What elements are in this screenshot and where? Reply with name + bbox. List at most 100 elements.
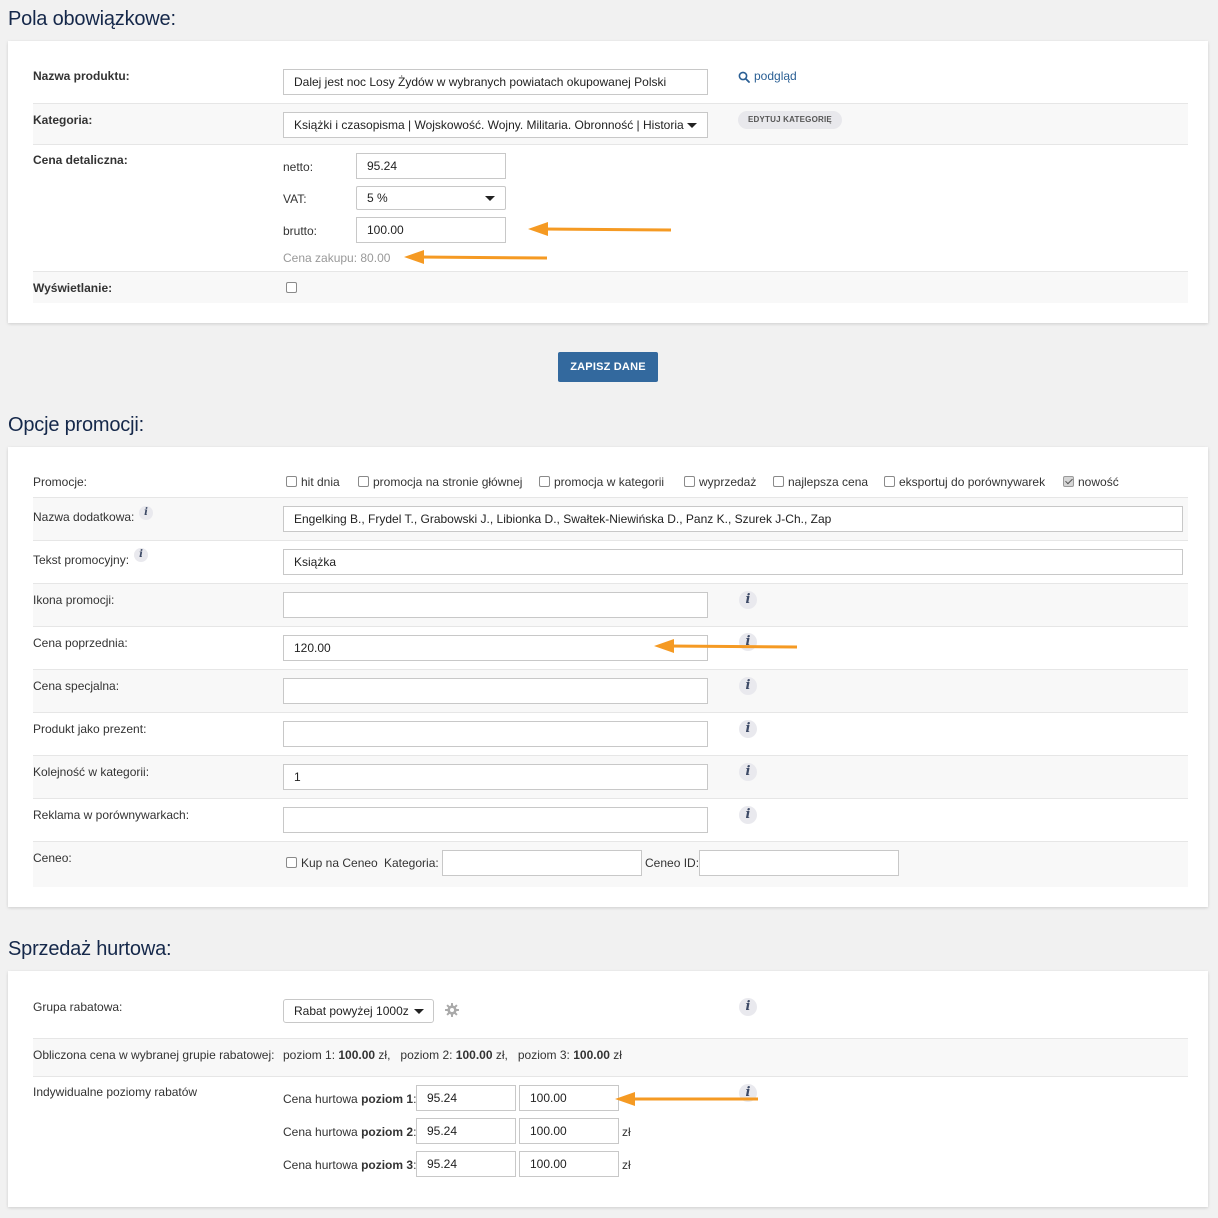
edit-category-button[interactable]: EDYTUJ KATEGORIĘ [738,111,842,129]
brutto-label: brutto: [283,224,318,238]
chevron-down-icon [413,1009,424,1014]
retail-price-label: Cena detaliczna: [33,153,128,167]
wholesale-brutto-input[interactable]: 100.00 [519,1151,619,1177]
netto-input[interactable]: 95.24 [356,153,506,179]
wholesale-brutto-input[interactable]: 100.00 [519,1118,619,1144]
computed-levels: poziom 1: 100.00 zł, poziom 2: 100.00 zł,… [283,1048,632,1062]
wholesale-level-label: Cena hurtowa poziom 2: [283,1125,416,1139]
promo-text-input[interactable]: Książka [283,549,1183,575]
promo-option-checkbox[interactable] [884,476,895,487]
promo-option-label: eksportuj do porównywarek [899,475,1046,489]
wholesale-brutto-input[interactable]: 100.00 [519,1085,619,1111]
promo-icon-input[interactable] [283,592,708,618]
promo-text-label: Tekst promocyjny: [33,553,130,567]
computed-level-unit: zł, [495,1048,508,1062]
category-label: Kategoria: [33,113,93,127]
info-icon[interactable]: i [139,506,153,520]
promo-icon-label: Ikona promocji: [33,593,115,607]
computed-level-prefix: poziom 1: [283,1048,336,1062]
annotation-arrow [654,639,798,653]
computed-price-label: Obliczona cena w wybranej grupie rabatow… [33,1048,275,1062]
wholesale-netto-input[interactable]: 95.24 [416,1151,516,1177]
promo-option-checkbox[interactable] [1063,476,1074,487]
promo-option-checkbox[interactable] [286,476,297,487]
section-title-wholesale: Sprzedaż hurtowa: [8,938,172,960]
row-special-price: Cena specjalna: i [33,670,1188,713]
order-input[interactable]: 1 [283,764,708,790]
product-name-label: Nazwa produktu: [33,69,130,83]
info-icon[interactable]: i [739,677,757,695]
computed-level-unit: zł [613,1048,622,1062]
display-label: Wyświetlanie: [33,281,113,295]
discount-group-select[interactable]: Rabat powyżej 1000z [283,999,434,1023]
computed-level: poziom 2: 100.00 zł, [400,1048,507,1062]
wholesale-unit: zł [622,1158,631,1172]
ceneo-category-label: Kategoria: [384,856,439,870]
promotions-label: Promocje: [33,475,88,489]
wholesale-level-prefix: Cena hurtowa [283,1125,358,1139]
promo-option-checkbox[interactable] [358,476,369,487]
section-title-required: Pola obowiązkowe: [8,8,176,30]
row-promo-icon: Ikona promocji: i [33,584,1188,627]
row-discount-group: Grupa rabatowa: Rabat powyżej 1000z i [33,991,1188,1039]
preview-link-text: podgląd [754,69,797,83]
promo-option-checkbox[interactable] [539,476,550,487]
gift-input[interactable] [283,721,708,747]
computed-level: poziom 1: 100.00 zł, [283,1048,390,1062]
ceneo-category-input[interactable] [442,850,642,876]
promo-options-card: Promocje: hit dnia promocja na stronie gł… [8,447,1208,907]
promo-option-label: promocja w kategorii [554,475,665,489]
computed-level-prefix: poziom 3: [517,1048,570,1062]
save-button[interactable]: ZAPISZ DANE [558,352,658,382]
gift-label: Produkt jako prezent: [33,722,147,736]
promo-option-checkbox[interactable] [684,476,695,487]
row-individual-levels: Indywidualne poziomy rabatów Cena hurtow… [33,1077,1188,1187]
info-icon[interactable]: i [134,548,148,562]
row-product-name: Nazwa produktu: Dalej jest noc Losy Żydó… [33,61,1188,104]
category-select[interactable]: Książki i czasopisma | Wojskowość. Wojny… [283,112,708,138]
extra-name-label: Nazwa dodatkowa: [33,510,135,524]
search-icon [738,71,750,83]
info-icon[interactable]: i [739,720,757,738]
info-icon[interactable]: i [739,591,757,609]
ceneo-id-input[interactable] [699,850,899,876]
special-price-input[interactable] [283,678,708,704]
individual-levels-label: Indywidualne poziomy rabatów [33,1085,198,1099]
ads-input[interactable] [283,807,708,833]
row-promotions: Promocje: hit dnia promocja na stronie gł… [33,467,1188,498]
wholesale-netto-input[interactable]: 95.24 [416,1085,516,1111]
row-extra-name: Nazwa dodatkowa: i Engelking B., Frydel … [33,498,1188,541]
info-icon[interactable]: i [739,806,757,824]
wholesale-netto-input[interactable]: 95.24 [416,1118,516,1144]
wholesale-level-name: poziom 2 [361,1125,414,1139]
chevron-down-icon [485,196,495,201]
promo-option-label: najlepsza cena [788,475,869,489]
section-title-promo: Opcje promocji: [8,414,144,436]
product-name-input[interactable]: Dalej jest noc Losy Żydów w wybranych po… [283,69,708,95]
info-icon[interactable]: i [739,998,757,1016]
extra-name-input[interactable]: Engelking B., Frydel T., Grabowski J., L… [283,506,1183,532]
prev-price-input[interactable]: 120.00 [283,635,708,661]
purchase-price-text: Cena zakupu: 80.00 [283,251,391,265]
row-category: Kategoria: Książki i czasopisma | Wojsko… [33,104,1188,145]
vat-select[interactable]: 5 % [356,186,506,210]
promo-option-checkbox[interactable] [773,476,784,487]
chevron-down-icon [687,123,697,128]
gear-icon[interactable] [445,1003,459,1017]
row-ceneo: Ceneo: Kup na Ceneo Kategoria: Ceneo ID: [33,842,1188,887]
prev-price-label: Cena poprzednia: [33,636,128,650]
annotation-arrow [528,222,672,236]
display-checkbox[interactable] [286,282,297,293]
row-ads: Reklama w porównywarkach: i [33,799,1188,842]
info-icon[interactable]: i [739,763,757,781]
discount-group-value: Rabat powyżej 1000z [294,1004,409,1018]
wholesale-level-name: poziom 1 [361,1092,414,1106]
wholesale-card: Grupa rabatowa: Rabat powyżej 1000z i Ob… [8,971,1208,1207]
ceneo-id-label: Ceneo ID: [645,856,700,870]
ceneo-label: Ceneo: [33,851,72,865]
brutto-input[interactable]: 100.00 [356,217,506,243]
ceneo-buy-checkbox[interactable] [286,857,297,868]
row-gift: Produkt jako prezent: i [33,713,1188,756]
row-prev-price: Cena poprzednia: 120.00 i [33,627,1188,670]
special-price-label: Cena specjalna: [33,679,120,693]
